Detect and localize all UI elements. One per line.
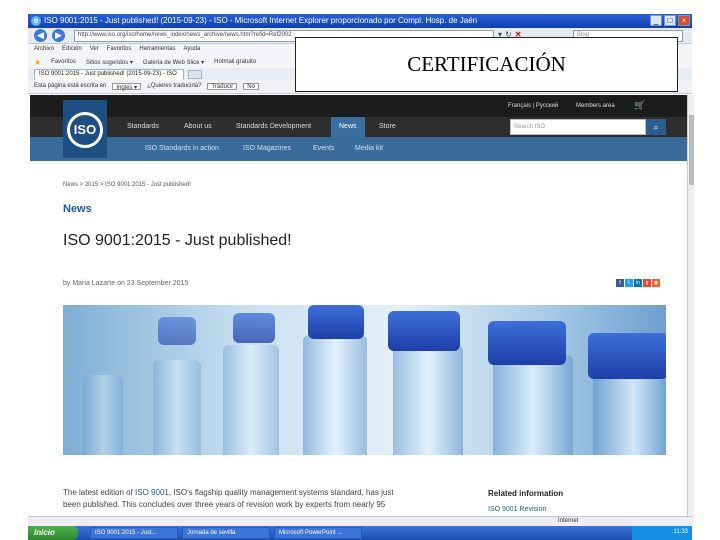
taskbar: Inicio ISO 9001:2015 - Just... Jornada d… — [28, 526, 692, 540]
forward-icon[interactable]: ▶ — [52, 29, 65, 42]
translate-prompt: Esta página está escrita en — [34, 83, 107, 89]
breadcrumb[interactable]: News > 2015 > ISO 9001:2015 - Just publi… — [63, 182, 191, 188]
no-translate-button[interactable]: No — [243, 83, 259, 90]
google-plus-icon[interactable]: g — [643, 279, 651, 287]
social-share: f t in g ◉ — [616, 279, 660, 287]
nav-store[interactable]: Store — [379, 123, 396, 130]
start-button[interactable]: Inicio — [28, 526, 78, 540]
bottle-shape — [493, 355, 573, 455]
task-folder[interactable]: Jornada de sevilla — [182, 527, 270, 539]
twitter-icon[interactable]: t — [625, 279, 633, 287]
subnav-standards-in-action[interactable]: ISO Standards in action — [145, 145, 219, 152]
search-icon[interactable]: ⌕ — [646, 119, 666, 135]
task-ie-window[interactable]: ISO 9001:2015 - Just... — [90, 527, 178, 539]
utility-bar: Français | Русский Members area 🛒 — [30, 95, 687, 117]
subnav-events[interactable]: Events — [313, 145, 334, 152]
task-powerpoint[interactable]: Microsoft PowerPoint ... — [274, 527, 362, 539]
fav-sitios-sugeridos[interactable]: Sitios sugeridos ▾ — [86, 59, 133, 66]
section-heading: News — [63, 203, 92, 215]
bottle-shape — [83, 375, 123, 455]
subnav-iso-magazines[interactable]: ISO Magazines — [243, 145, 291, 152]
new-tab-button[interactable] — [188, 70, 202, 79]
window-controls: _ □ × — [650, 15, 690, 26]
iso-logo[interactable]: ISO — [63, 100, 107, 158]
translate-button[interactable]: Traducir — [207, 83, 238, 90]
related-heading: Related information — [488, 489, 564, 498]
window-title: ISO 9001:2015 - Just published! (2015-09… — [44, 16, 478, 25]
language-links[interactable]: Français | Русский — [508, 103, 558, 109]
article-title: ISO 9001:2015 - Just published! — [63, 232, 292, 249]
bottle-cap-shape — [588, 333, 666, 379]
favorites-button[interactable]: Favoritos — [51, 59, 76, 65]
status-bar: Internet — [28, 516, 692, 526]
internet-explorer-icon: e — [31, 16, 41, 26]
certificacion-label: CERTIFICACIÓN — [295, 37, 678, 92]
site-search-input[interactable]: Search ISO — [510, 119, 646, 135]
bottle-shape — [223, 345, 279, 455]
subnav-media-kit[interactable]: Media kit — [355, 145, 383, 152]
tab-iso-9001[interactable]: ISO 9001:2015 - Just published! (2015-09… — [34, 69, 184, 80]
bottle-shape — [393, 345, 463, 455]
bottle-cap-shape — [488, 321, 566, 365]
menu-item-ver[interactable]: Ver — [90, 46, 99, 54]
bottle-shape — [153, 360, 201, 455]
facebook-icon[interactable]: f — [616, 279, 624, 287]
bottle-shape — [303, 335, 367, 455]
article-byline: by Maria Lazarte on 23 September 2015 — [63, 280, 189, 287]
close-button[interactable]: × — [678, 15, 690, 26]
fav-hotmail[interactable]: Hotmail gratuito — [214, 59, 256, 65]
bottle-cap-shape — [388, 311, 460, 351]
fav-galeria-web-slice[interactable]: Galería de Web Slice ▾ — [143, 59, 204, 66]
nav-news[interactable]: News — [331, 117, 365, 137]
article-body: The latest edition of ISO 9001, ISO's fl… — [63, 487, 408, 511]
main-nav: Standards About us Standards Development… — [30, 117, 687, 137]
web-page: Français | Русский Members area 🛒 Standa… — [30, 95, 687, 525]
bottle-cap-shape — [233, 313, 275, 343]
menu-item-edicion[interactable]: Edición — [62, 46, 82, 54]
nav-standards-development[interactable]: Standards Development — [236, 123, 311, 130]
bottle-cap-shape — [308, 305, 364, 339]
nav-standards[interactable]: Standards — [127, 123, 159, 130]
menu-item-favoritos[interactable]: Favoritos — [107, 46, 132, 54]
translate-question: ¿Quieres traducirla? — [147, 83, 202, 89]
hero-image-bottles — [63, 305, 666, 455]
cart-icon[interactable]: 🛒 — [634, 100, 645, 111]
rss-icon[interactable]: ◉ — [652, 279, 660, 287]
nav-about-us[interactable]: About us — [184, 123, 212, 130]
menu-item-herramientas[interactable]: Herramientas — [139, 46, 175, 54]
scrollbar-thumb[interactable] — [689, 115, 694, 185]
body-prefix: The latest edition of — [63, 488, 136, 497]
related-link-revision[interactable]: ISO 9001 Revision — [488, 506, 546, 513]
menu-item-archivo[interactable]: Archivo — [34, 46, 54, 54]
sub-nav: ISO Standards in action ISO Magazines Ev… — [30, 137, 687, 161]
members-area-link[interactable]: Members area — [576, 103, 615, 109]
page-scrollbar[interactable] — [687, 95, 694, 525]
minimize-button[interactable]: _ — [650, 15, 662, 26]
window-titlebar: e ISO 9001:2015 - Just published! (2015-… — [28, 14, 692, 28]
system-tray: 11:33 — [632, 526, 692, 540]
clock: 11:33 — [673, 529, 688, 535]
security-zone: Internet — [558, 518, 579, 524]
menu-item-ayuda[interactable]: Ayuda — [183, 46, 200, 54]
linkedin-icon[interactable]: in — [634, 279, 642, 287]
bottle-cap-shape — [158, 317, 196, 345]
iso-9001-link[interactable]: ISO 9001 — [135, 488, 169, 497]
favorites-star-icon: ★ — [34, 57, 42, 67]
maximize-button[interactable]: □ — [664, 15, 676, 26]
back-icon[interactable]: ◀ — [34, 29, 47, 42]
logo-text: ISO — [73, 122, 97, 137]
language-select[interactable]: Inglés ▾ — [112, 83, 142, 91]
